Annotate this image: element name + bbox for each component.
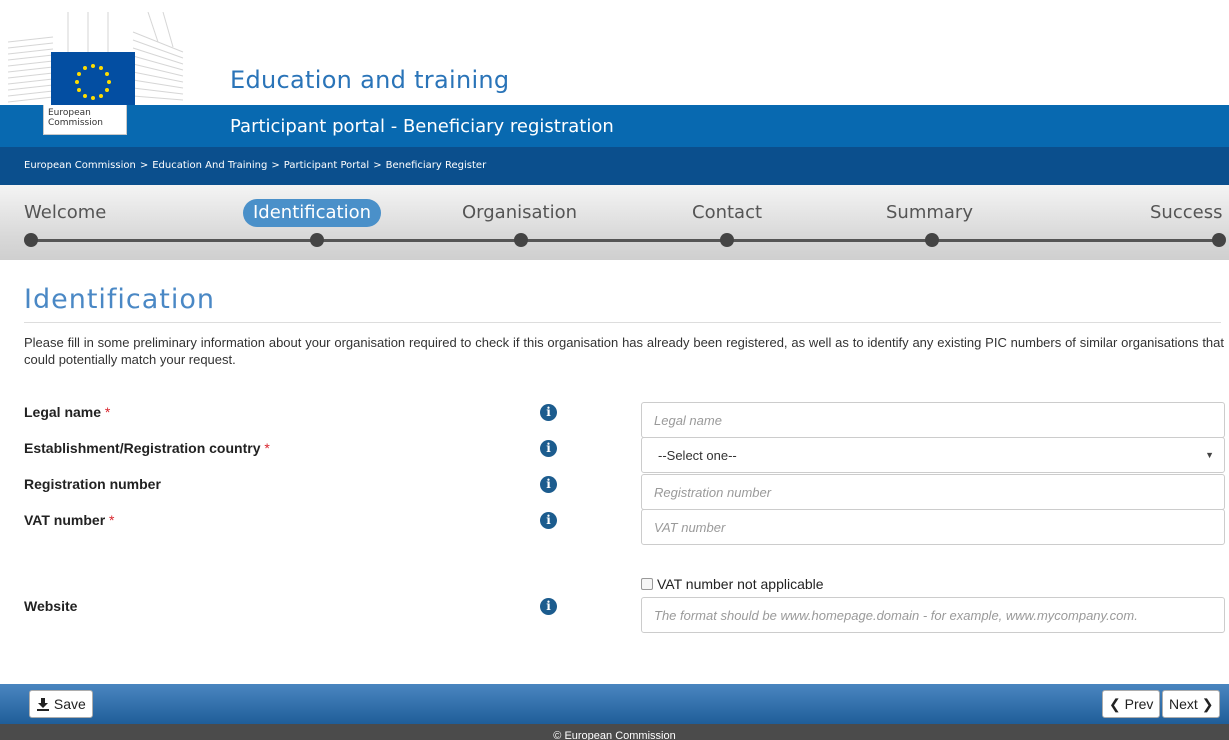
step-contact[interactable]: Contact xyxy=(692,199,762,227)
info-icon[interactable]: i xyxy=(540,476,557,493)
vat-number-input[interactable] xyxy=(641,509,1225,545)
step-dot xyxy=(310,233,324,247)
country-select[interactable]: --Select one-- ▼ xyxy=(641,437,1225,473)
step-dot xyxy=(1212,233,1226,247)
title-divider xyxy=(24,322,1221,323)
wizard-steps: Welcome Identification Organisation Cont… xyxy=(0,185,1229,260)
subtitle-band xyxy=(0,105,1229,147)
website-input[interactable] xyxy=(641,597,1225,633)
logo-text-line1: European xyxy=(48,108,91,118)
prev-button-label: Prev xyxy=(1124,696,1154,712)
country-select-value: --Select one-- xyxy=(658,448,737,463)
logo-text-line2: Commission xyxy=(48,118,103,128)
portal-subtitle: Participant portal - Beneficiary registr… xyxy=(230,116,614,137)
prev-button[interactable]: ❮ Prev xyxy=(1102,690,1161,718)
vat-number-label: VAT number * xyxy=(24,512,115,528)
website-label: Website xyxy=(24,598,78,614)
logo-label-box: European Commission xyxy=(43,105,127,135)
vat-number-label-text: VAT number xyxy=(24,512,106,528)
next-button-label: Next xyxy=(1169,696,1198,712)
intro-text: Please fill in some preliminary informat… xyxy=(24,335,1224,367)
action-bar xyxy=(0,684,1229,724)
legal-name-label: Legal name * xyxy=(24,404,110,420)
breadcrumb-separator: > xyxy=(139,160,149,171)
step-dot xyxy=(514,233,528,247)
step-dot xyxy=(720,233,734,247)
info-icon[interactable]: i xyxy=(540,440,557,457)
breadcrumb-separator: > xyxy=(373,160,382,171)
vat-not-applicable-row[interactable]: VAT number not applicable xyxy=(641,576,824,592)
step-dot xyxy=(24,233,38,247)
chevron-down-icon: ▼ xyxy=(1205,450,1214,460)
step-summary[interactable]: Summary xyxy=(886,199,973,227)
step-success[interactable]: Success xyxy=(1150,199,1222,227)
registration-number-label: Registration number xyxy=(24,476,161,492)
save-button[interactable]: Save xyxy=(29,690,93,718)
required-marker: * xyxy=(109,512,115,528)
legal-name-input[interactable] xyxy=(641,402,1225,438)
steps-track xyxy=(30,239,1220,242)
download-icon xyxy=(36,693,50,719)
country-label: Establishment/Registration country * xyxy=(24,440,270,456)
site-title: Education and training xyxy=(230,66,510,94)
step-welcome[interactable]: Welcome xyxy=(24,199,106,227)
info-icon[interactable]: i xyxy=(540,512,557,529)
country-label-text: Establishment/Registration country xyxy=(24,440,261,456)
save-button-label: Save xyxy=(53,696,86,712)
required-marker: * xyxy=(104,404,111,420)
step-identification[interactable]: Identification xyxy=(243,199,382,227)
breadcrumb: European Commission > Education And Traini… xyxy=(24,160,490,171)
breadcrumb-separator: > xyxy=(271,160,280,171)
page-title: Identification xyxy=(24,284,216,315)
vat-not-applicable-label[interactable]: VAT number not applicable xyxy=(657,576,824,592)
vat-not-applicable-checkbox[interactable] xyxy=(641,578,653,590)
required-marker: * xyxy=(264,440,270,456)
chevron-left-icon: ❮ xyxy=(1109,696,1121,712)
step-dot xyxy=(925,233,939,247)
info-icon[interactable]: i xyxy=(540,598,557,615)
legal-name-label-text: Legal name xyxy=(24,404,102,420)
step-organisation[interactable]: Organisation xyxy=(462,199,577,227)
breadcrumb-item-european-commission[interactable]: European Commission xyxy=(24,160,136,171)
next-button[interactable]: Next ❯ xyxy=(1162,690,1221,718)
info-icon[interactable]: i xyxy=(540,404,557,421)
site-header: Education and training European Commissi… xyxy=(0,0,1229,185)
breadcrumb-item-beneficiary-register: Beneficiary Register xyxy=(385,160,487,171)
copyright-text: © European Commission xyxy=(553,730,676,740)
registration-number-input[interactable] xyxy=(641,474,1225,510)
breadcrumb-item-participant-portal[interactable]: Participant Portal xyxy=(284,160,369,171)
chevron-right-icon: ❯ xyxy=(1201,696,1214,712)
breadcrumb-item-education-and-training[interactable]: Education And Training xyxy=(152,160,267,171)
